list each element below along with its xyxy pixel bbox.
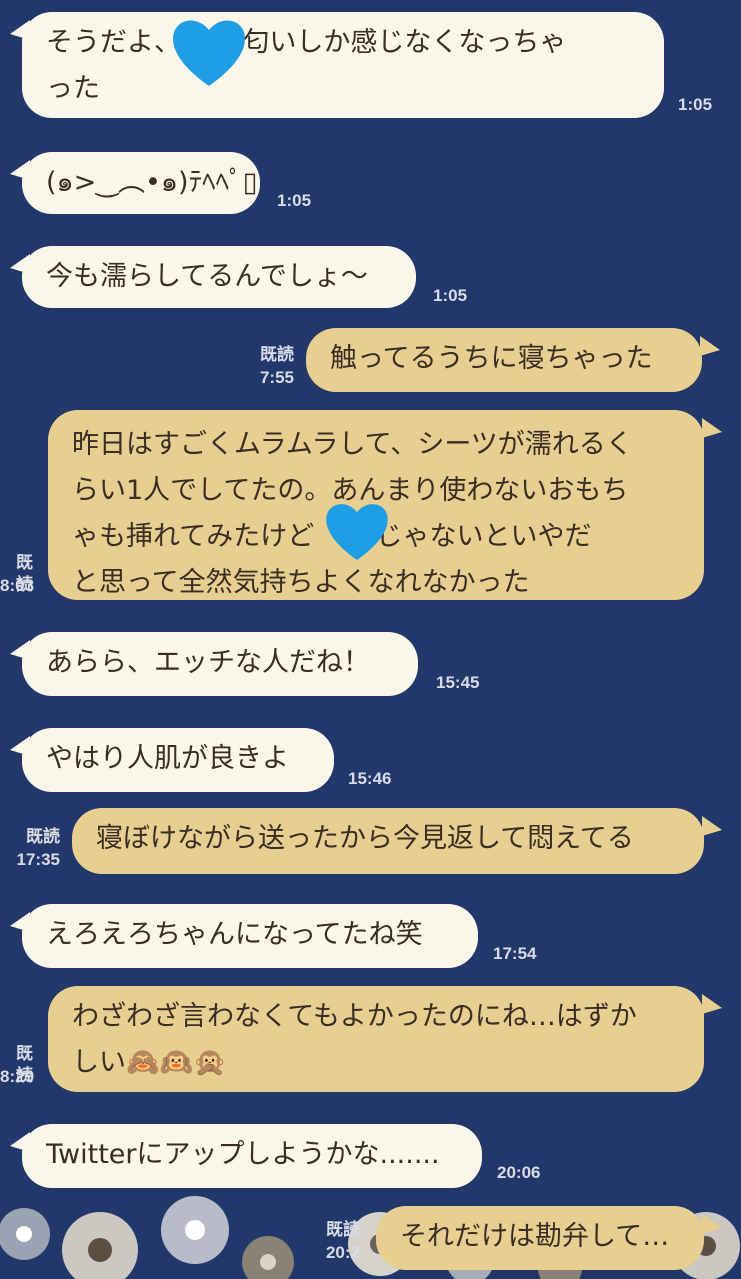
message-time: 1:05 (277, 191, 312, 210)
read-receipt: 既読 (326, 1220, 360, 1239)
bubble-tail (702, 816, 722, 836)
heart-icon (173, 20, 245, 86)
message-text: それだけは勘弁して… (376, 1206, 704, 1270)
flower-icon (161, 1196, 229, 1264)
message-time: 8:29 (0, 1067, 35, 1086)
message-time: 15:46 (348, 769, 392, 788)
message-text: 今も濡らしてるんでしょ〜 (22, 246, 416, 308)
message-text: やはり人肌が良きよ (22, 728, 334, 792)
message-time: 1:05 (678, 95, 713, 114)
heart-icon (326, 504, 388, 561)
message-time: 1:05 (433, 286, 468, 305)
message-text: 寝ぼけながら送ったから今見返して悶えてる (72, 808, 704, 874)
bubble-tail (702, 994, 722, 1014)
message-text: Twitterにアップしようかな....... (22, 1124, 482, 1188)
read-receipt: 既読 (26, 827, 60, 846)
bubble-tail (702, 1214, 722, 1234)
bubble-tail (700, 336, 720, 356)
message-time: 15:45 (436, 673, 480, 692)
message-text: あらら、エッチな人だね！ (22, 632, 418, 696)
bubble-tail (702, 418, 722, 438)
message-time: 20:2 (325, 1243, 360, 1262)
message-text: そうだよ、 の匂いしか感じなくなっちゃ った (22, 12, 664, 118)
message-text: 触ってるうちに寝ちゃった (306, 328, 702, 392)
flower-icon (0, 1208, 50, 1260)
message-time: 17:35 (16, 850, 60, 869)
read-receipt: 既読 (260, 345, 294, 364)
message-time: 8:03 (0, 576, 35, 595)
message-text: えろえろちゃんになってたね笑 (22, 904, 478, 968)
message-text: (๑>‿︵•๑)ﾃﾍﾍﾟ▯ (22, 152, 260, 214)
message-time: 7:55 (259, 368, 294, 387)
flower-icon (242, 1236, 294, 1279)
message-time: 20:06 (497, 1163, 541, 1182)
flower-icon (62, 1212, 138, 1279)
message-text: わざわざ言わなくてもよかったのにね…はずか しい🙈🙉🙊 (48, 986, 704, 1092)
message-time: 17:54 (493, 944, 537, 963)
